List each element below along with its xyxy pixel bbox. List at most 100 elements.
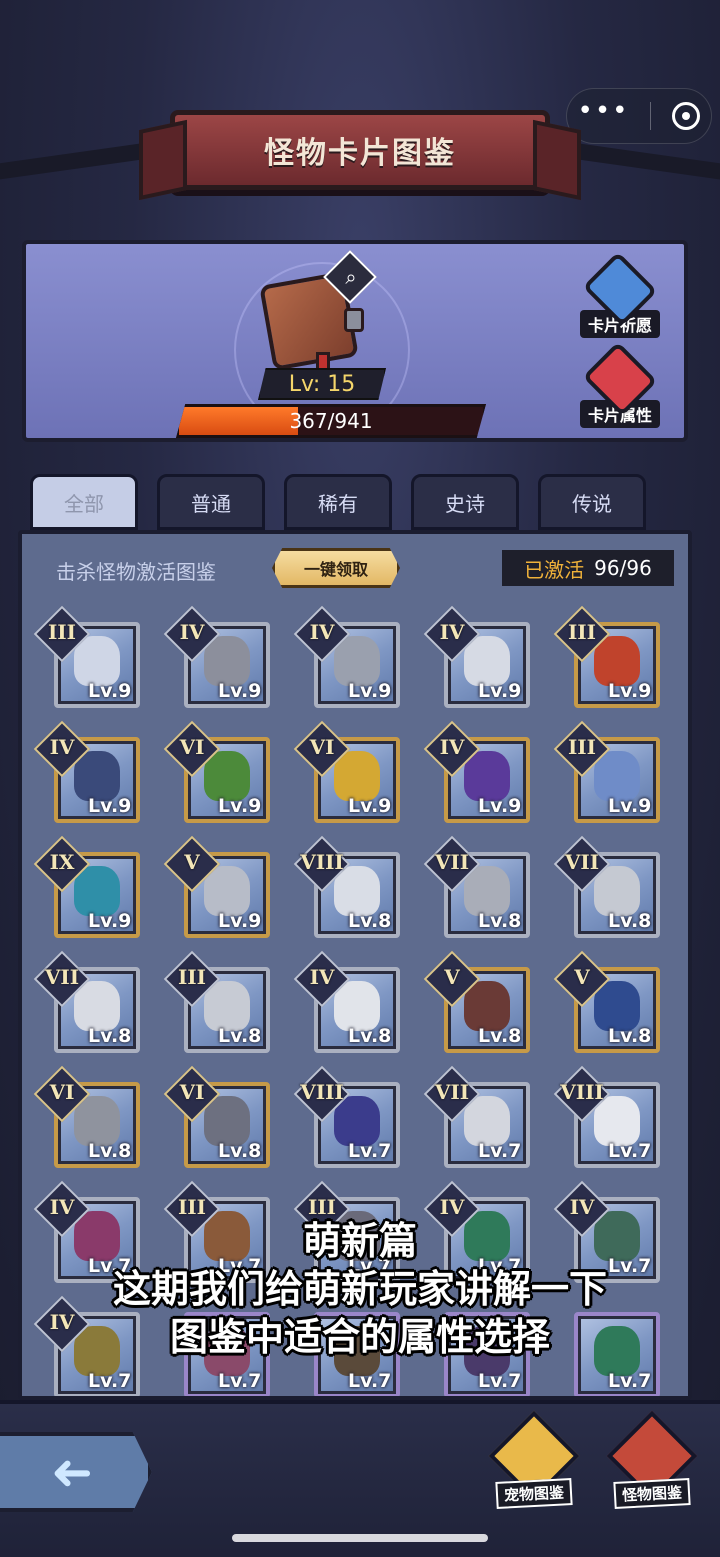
tab-rare[interactable]: 稀有 — [284, 474, 392, 530]
monster-card[interactable]: Lv.8 VII — [553, 835, 660, 938]
monster-card[interactable]: Lv.9 VI — [163, 720, 270, 823]
codex-level: Lv: 15 — [258, 368, 386, 400]
rank-numeral: III — [177, 965, 207, 989]
rank-numeral: VII — [564, 850, 600, 874]
monster-card[interactable]: Lv.8 V — [423, 950, 530, 1053]
exp-progress-text: 367/941 — [289, 409, 373, 433]
monster-card[interactable]: Lv.8 VI — [163, 1065, 270, 1168]
rank-numeral: IV — [309, 965, 335, 989]
codex-level-text: Lv: 15 — [288, 371, 356, 397]
card-level: Lv.8 — [608, 910, 652, 932]
back-arrow-icon: ➜ — [51, 1443, 93, 1501]
monster-card[interactable]: Lv.8 VII — [423, 835, 530, 938]
monster-card[interactable]: Lv.7 VII — [423, 1065, 530, 1168]
card-level: Lv.9 — [88, 795, 132, 817]
rank-numeral: VII — [434, 1080, 470, 1104]
tab-common[interactable]: 普通 — [157, 474, 265, 530]
back-button[interactable]: ➜ — [0, 1432, 152, 1512]
home-indicator[interactable] — [232, 1534, 488, 1542]
tab-all[interactable]: 全部 — [30, 474, 138, 530]
target-icon[interactable] — [672, 102, 701, 130]
subtitle-line-1: 萌新篇 — [302, 1219, 417, 1263]
monster-card[interactable]: Lv.9 III — [553, 605, 660, 708]
mini-program-capsule: ••• — [566, 88, 712, 144]
tab-epic[interactable]: 史诗 — [411, 474, 519, 530]
monster-card[interactable]: Lv.7 VIII — [293, 1065, 400, 1168]
rank-numeral: VI — [309, 735, 335, 759]
pet-codex-label: 宠物图鉴 — [495, 1478, 573, 1509]
rank-numeral: VII — [434, 850, 470, 874]
magnify-icon[interactable]: ⌕ — [336, 262, 366, 292]
rank-numeral: IV — [179, 620, 205, 644]
card-level: Lv.9 — [218, 910, 262, 932]
card-attribute-button[interactable]: 卡片属性 — [572, 341, 668, 428]
card-level: Lv.8 — [348, 910, 392, 932]
monster-card[interactable]: Lv.9 VI — [293, 720, 400, 823]
rank-numeral: III — [567, 735, 597, 759]
card-level: Lv.8 — [218, 1140, 262, 1162]
monster-card[interactable]: Lv.9 V — [163, 835, 270, 938]
monster-card[interactable]: Lv.8 III — [163, 950, 270, 1053]
rank-numeral: IV — [439, 735, 465, 759]
card-level: Lv.9 — [348, 795, 392, 817]
exp-progress-bar: 367/941 — [176, 404, 486, 438]
monster-card[interactable]: Lv.9 IV — [163, 605, 270, 708]
card-level: Lv.8 — [88, 1025, 132, 1047]
monster-card[interactable]: Lv.8 VII — [33, 950, 140, 1053]
monster-card[interactable]: Lv.9 IV — [423, 605, 530, 708]
pet-codex-button[interactable]: 宠物图鉴 — [486, 1410, 582, 1512]
rank-numeral: IV — [439, 620, 465, 644]
rank-numeral: VIII — [560, 1080, 604, 1104]
card-level: Lv.9 — [88, 910, 132, 932]
card-level: Lv.7 — [348, 1370, 392, 1392]
card-level: Lv.8 — [88, 1140, 132, 1162]
card-level: Lv.8 — [478, 1025, 522, 1047]
card-level: Lv.7 — [608, 1370, 652, 1392]
page-title: 怪物卡片图鉴 — [264, 136, 456, 171]
card-level: Lv.9 — [348, 680, 392, 702]
more-dots-icon[interactable]: ••• — [577, 98, 629, 124]
card-level: Lv.7 — [218, 1370, 262, 1392]
rank-numeral: III — [567, 620, 597, 644]
card-level: Lv.9 — [608, 680, 652, 702]
card-level: Lv.7 — [88, 1370, 132, 1392]
monster-codex-label: 怪物图鉴 — [613, 1478, 691, 1509]
monster-card[interactable]: Lv.9 IV — [423, 720, 530, 823]
codex-info-panel: ⌕ Lv: 15 367/941 卡片祈愿 卡片属性 — [22, 240, 688, 442]
monster-codex-button[interactable]: 怪物图鉴 — [604, 1410, 700, 1512]
card-level: Lv.9 — [88, 680, 132, 702]
book-clasp — [344, 308, 364, 332]
card-level: Lv.7 — [478, 1370, 522, 1392]
rank-numeral: IV — [309, 620, 335, 644]
monster-card[interactable]: Lv.8 VIII — [293, 835, 400, 938]
subtitle-line-2: 这期我们给萌新玩家讲解一下 — [112, 1267, 607, 1311]
monster-card[interactable]: Lv.9 III — [33, 605, 140, 708]
monster-card[interactable]: Lv.9 IV — [33, 720, 140, 823]
monster-card[interactable]: Lv.9 III — [553, 720, 660, 823]
card-level: Lv.9 — [478, 795, 522, 817]
monster-card[interactable]: Lv.7 VIII — [553, 1065, 660, 1168]
monster-card[interactable]: Lv.8 IV — [293, 950, 400, 1053]
card-level: Lv.8 — [608, 1025, 652, 1047]
monster-card[interactable]: Lv.8 VI — [33, 1065, 140, 1168]
card-level: Lv.7 — [608, 1140, 652, 1162]
card-level: Lv.7 — [348, 1140, 392, 1162]
card-level: Lv.9 — [478, 680, 522, 702]
rank-numeral: VIII — [300, 850, 344, 874]
rank-numeral: III — [47, 620, 77, 644]
card-level: Lv.7 — [478, 1140, 522, 1162]
rank-numeral: V — [574, 965, 590, 989]
monster-card[interactable]: Lv.9 IX — [33, 835, 140, 938]
rank-numeral: V — [444, 965, 460, 989]
card-level: Lv.8 — [478, 910, 522, 932]
tab-legendary[interactable]: 传说 — [538, 474, 646, 530]
subtitle-line-3: 图鉴中适合的属性选择 — [169, 1315, 550, 1359]
card-level: Lv.9 — [218, 680, 262, 702]
rank-numeral: V — [184, 850, 200, 874]
rarity-tabs: 全部 普通 稀有 史诗 传说 — [30, 474, 690, 530]
rank-numeral: VII — [44, 965, 80, 989]
card-level: Lv.8 — [218, 1025, 262, 1047]
card-pray-button[interactable]: 卡片祈愿 — [572, 251, 668, 338]
monster-card[interactable]: Lv.8 V — [553, 950, 660, 1053]
monster-card[interactable]: Lv.9 IV — [293, 605, 400, 708]
